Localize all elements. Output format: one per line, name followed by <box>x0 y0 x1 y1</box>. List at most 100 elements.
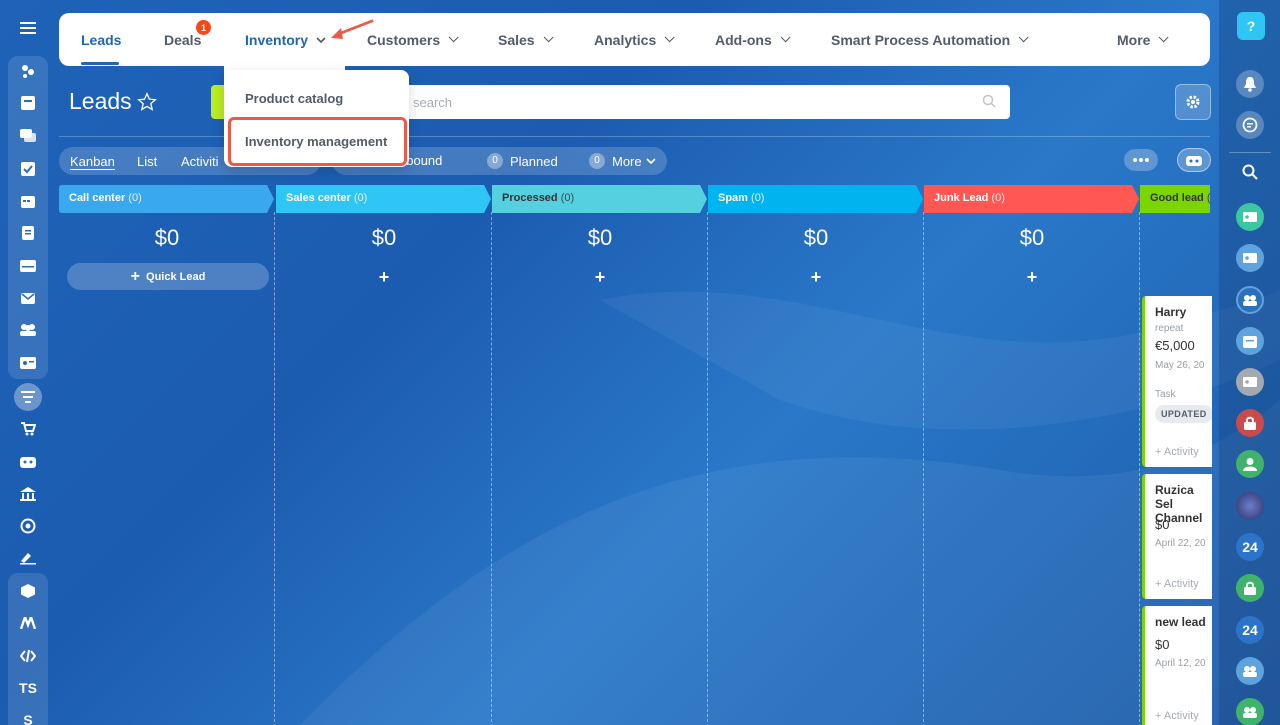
add-activity-link[interactable]: + Activity <box>1155 578 1199 590</box>
s-app-icon[interactable]: S <box>14 706 42 725</box>
group-chat-icon[interactable] <box>1236 657 1264 685</box>
chevron-down-icon <box>1159 32 1170 43</box>
lead-card[interactable]: Harry repeat €5,000 May 26, 20 Task UPDA… <box>1142 296 1212 467</box>
highlight-box <box>228 117 407 166</box>
calendar-chat-icon[interactable] <box>1236 327 1264 355</box>
column-title[interactable]: Sales center (0) <box>276 185 490 212</box>
bitrix24-icon[interactable]: 24 <box>1236 533 1264 561</box>
column-name: Call center <box>69 192 126 204</box>
contact-card-icon[interactable] <box>1236 244 1264 272</box>
contacts-icon[interactable] <box>14 349 42 377</box>
nav-automation[interactable]: Smart Process Automation <box>831 13 1029 66</box>
card-amount: €5,000 <box>1155 338 1195 353</box>
add-activity-link[interactable]: + Activity <box>1155 446 1199 458</box>
chat-icon[interactable] <box>14 122 42 150</box>
tasks-icon[interactable] <box>14 155 42 183</box>
card-title[interactable]: new lead <box>1155 615 1212 629</box>
card-date: April 22, 20 <box>1155 538 1206 549</box>
tab-list[interactable]: List <box>137 154 157 169</box>
deals-badge: 1 <box>196 20 211 35</box>
column-title[interactable]: Junk Lead (0) <box>924 185 1138 212</box>
contact-card-icon[interactable] <box>1236 368 1264 396</box>
tab-kanban[interactable]: Kanban <box>70 154 115 170</box>
planned-label: Planned <box>510 153 558 169</box>
messenger-icon[interactable] <box>1236 111 1264 139</box>
cart-icon[interactable] <box>14 415 42 443</box>
counter-planned[interactable]: 0 Planned <box>487 153 558 169</box>
signature-icon[interactable] <box>14 544 42 572</box>
column-count: (0) <box>991 192 1005 204</box>
kanban-column: Junk Lead (0) $0 + <box>924 185 1140 725</box>
quick-lead-button[interactable]: + Quick Lead <box>67 263 269 290</box>
group-chat-icon[interactable] <box>1236 698 1264 725</box>
robot-icon[interactable] <box>14 447 42 475</box>
column-sum: $0 <box>1019 225 1045 250</box>
right-sidebar-divider <box>1229 152 1271 153</box>
card-amount: $0 <box>1155 637 1170 652</box>
avatar[interactable] <box>1236 450 1264 478</box>
lead-card[interactable]: Ruzica Sel Channel $0 April 22, 20 + Act… <box>1142 474 1212 599</box>
column-title[interactable]: Good lead ( <box>1140 185 1210 212</box>
contact-card-icon[interactable] <box>1236 203 1264 231</box>
target-icon[interactable] <box>14 512 42 540</box>
help-button[interactable]: ? <box>1237 12 1265 40</box>
add-lead-button[interactable]: + <box>276 267 492 288</box>
nav-leads[interactable]: Leads <box>81 13 121 66</box>
lead-card[interactable]: new lead $0 April 12, 20 + Activity <box>1142 606 1212 725</box>
notifications-icon[interactable] <box>1236 70 1264 98</box>
menu-item-product-catalog[interactable]: Product catalog <box>245 91 343 106</box>
groups-icon[interactable] <box>14 316 42 344</box>
column-name: Sales center <box>286 192 351 204</box>
nav-more[interactable]: More <box>1117 13 1170 66</box>
search-input[interactable]: search <box>400 85 1010 119</box>
bitrix24-icon[interactable]: 24 <box>1236 616 1264 644</box>
nav-addons-label: Add-ons <box>715 31 772 48</box>
counter-more[interactable]: 0 More <box>589 153 656 169</box>
more-actions-button[interactable] <box>1124 149 1158 171</box>
market-icon[interactable] <box>14 609 42 637</box>
nav-addons[interactable]: Add-ons <box>715 13 791 66</box>
nav-customers[interactable]: Customers <box>367 13 459 66</box>
bank-icon[interactable] <box>14 480 42 508</box>
settings-button[interactable] <box>1175 84 1211 120</box>
page-title: Leads <box>69 88 132 114</box>
drive-icon[interactable] <box>14 252 42 280</box>
news-icon[interactable] <box>14 89 42 117</box>
search-icon[interactable] <box>1236 158 1264 186</box>
code-icon[interactable] <box>14 642 42 670</box>
add-lead-button[interactable]: + <box>492 267 708 288</box>
column-title[interactable]: Processed (0) <box>492 185 706 212</box>
mail-icon[interactable] <box>14 284 42 312</box>
right-sidebar: ? 24 24 <box>1219 0 1280 725</box>
documents-icon[interactable] <box>14 219 42 247</box>
nav-sales[interactable]: Sales <box>498 13 554 66</box>
star-icon[interactable] <box>137 92 157 118</box>
group-chat-icon[interactable] <box>1236 286 1264 314</box>
menu-icon[interactable] <box>14 14 42 42</box>
add-lead-button[interactable]: + <box>708 267 924 288</box>
card-title[interactable]: Harry <box>1155 305 1212 319</box>
box-icon[interactable] <box>14 577 42 605</box>
tab-activities[interactable]: Activiti <box>181 154 219 169</box>
lock-icon[interactable] <box>1236 409 1264 437</box>
ts-app-icon[interactable]: TS <box>14 674 42 702</box>
card-date: May 26, 20 <box>1155 360 1205 371</box>
calendar-icon[interactable] <box>14 187 42 215</box>
column-count: (0) <box>560 192 575 204</box>
column-title[interactable]: Call center (0) <box>59 185 273 212</box>
add-lead-button[interactable]: + <box>924 267 1140 288</box>
lock-icon[interactable] <box>1236 574 1264 602</box>
nav-deals[interactable]: Deals <box>164 13 201 66</box>
column-name: Good lead <box>1150 192 1204 204</box>
dots-icon <box>1133 158 1149 162</box>
crm-funnel-icon[interactable] <box>14 383 42 411</box>
nav-inventory[interactable]: Inventory <box>245 13 326 66</box>
add-activity-link[interactable]: + Activity <box>1155 710 1199 722</box>
column-title[interactable]: Spam (0) <box>708 185 922 212</box>
column-count: (0) <box>751 192 765 204</box>
nav-analytics[interactable]: Analytics <box>594 13 675 66</box>
avatar[interactable] <box>1236 492 1264 520</box>
kanban-column: Call center (0) $0 + Quick Lead <box>59 185 275 725</box>
pulse-icon[interactable] <box>14 57 42 85</box>
automation-button[interactable] <box>1177 148 1211 172</box>
